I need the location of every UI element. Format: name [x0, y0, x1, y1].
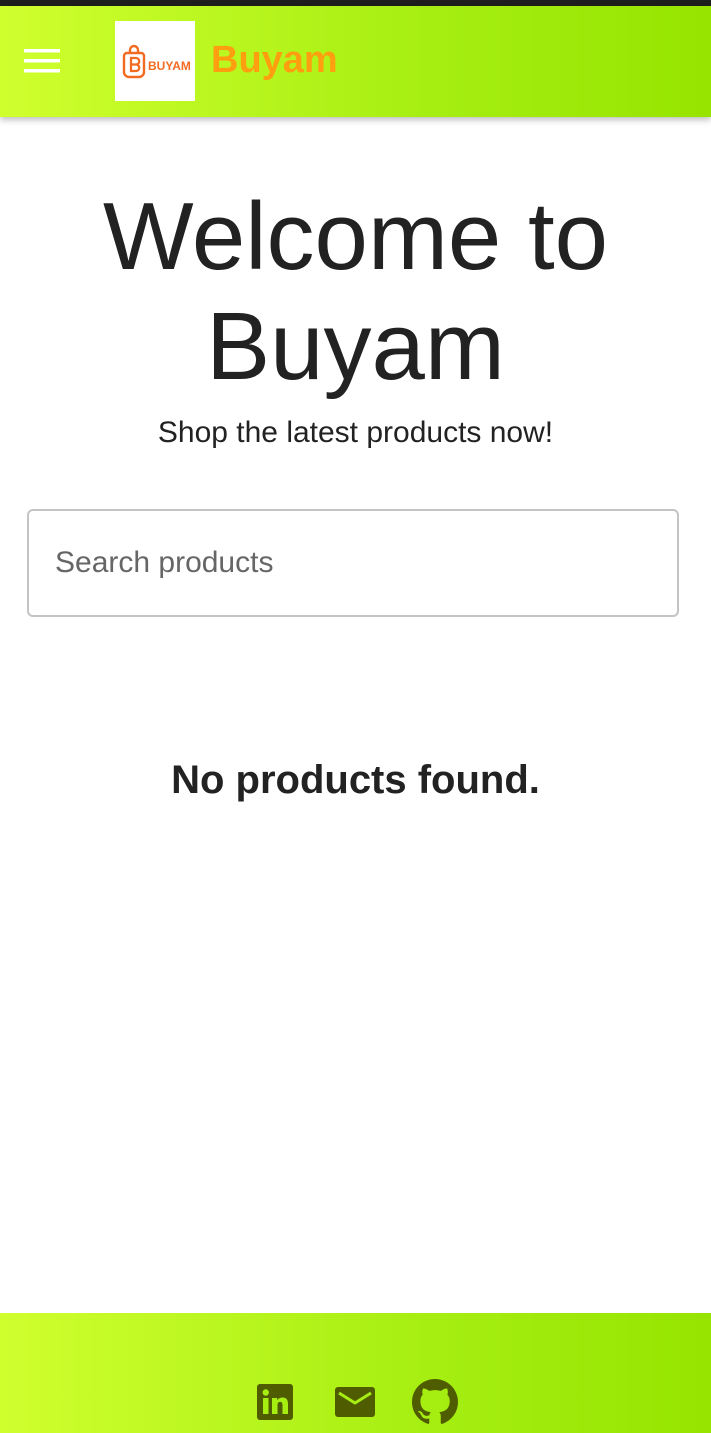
menu-button[interactable] — [18, 36, 68, 86]
email-link[interactable] — [332, 1379, 378, 1425]
footer — [0, 1313, 711, 1433]
email-icon — [335, 1387, 375, 1417]
search-field — [27, 509, 679, 617]
github-link[interactable] — [412, 1379, 458, 1425]
empty-products-message: No products found. — [171, 758, 540, 802]
linkedin-link[interactable] — [252, 1379, 298, 1425]
hamburger-menu-icon — [24, 49, 60, 73]
brand-logo[interactable]: BUYAM — [115, 21, 195, 101]
app-bar: BUYAM Buyam — [0, 6, 711, 117]
logo-text: BUYAM — [148, 59, 190, 73]
linkedin-icon — [257, 1384, 293, 1420]
shopping-bag-icon — [122, 44, 146, 79]
hero-subtitle: Shop the latest products now! — [157, 416, 554, 449]
github-icon — [412, 1379, 458, 1424]
hero-title: Welcome to Buyam — [102, 183, 609, 400]
search-input[interactable] — [29, 511, 677, 615]
brand-name[interactable]: Buyam — [211, 38, 338, 82]
